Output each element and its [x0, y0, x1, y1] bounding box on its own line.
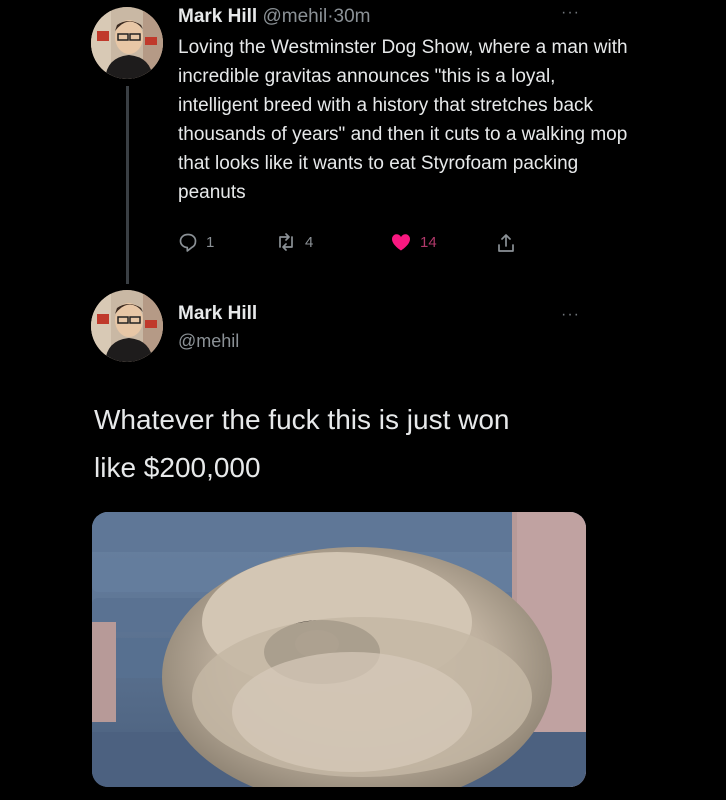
- author-name[interactable]: Mark Hill: [178, 303, 257, 325]
- more-icon[interactable]: ···: [561, 307, 580, 323]
- share-icon: [496, 232, 516, 254]
- author-name[interactable]: Mark Hill: [178, 6, 257, 27]
- more-icon[interactable]: ···: [561, 5, 580, 21]
- tweet-text: Whatever the fuck this is just won like …: [94, 396, 654, 492]
- avatar[interactable]: [91, 290, 163, 362]
- retweet-count: 4: [305, 233, 314, 251]
- author-handle[interactable]: @mehil: [262, 6, 327, 27]
- tweet-text: Loving the Westminster Dog Show, where a…: [178, 37, 628, 203]
- reply-icon: [178, 232, 198, 252]
- timestamp[interactable]: 30m: [334, 6, 371, 27]
- tweet-header: Mark Hill @mehil·30m: [178, 6, 370, 28]
- tweet-media-image[interactable]: [92, 512, 586, 787]
- like-count: 14: [420, 233, 437, 251]
- like-button[interactable]: 14: [390, 232, 437, 252]
- thread-line: [126, 86, 129, 284]
- reply-count: 1: [206, 233, 215, 251]
- reply-button[interactable]: 1: [178, 232, 214, 252]
- retweet-button[interactable]: 4: [275, 232, 313, 252]
- heart-icon: [390, 232, 412, 252]
- tweet-actions: 1 4 14: [178, 232, 528, 260]
- avatar[interactable]: [91, 7, 163, 79]
- tweet-text-line: like $200,000: [94, 452, 261, 483]
- share-button[interactable]: [496, 232, 516, 254]
- author-handle[interactable]: @mehil: [178, 331, 239, 352]
- retweet-icon: [275, 232, 297, 252]
- tweet-text-line: Whatever the fuck this is just won: [94, 404, 510, 435]
